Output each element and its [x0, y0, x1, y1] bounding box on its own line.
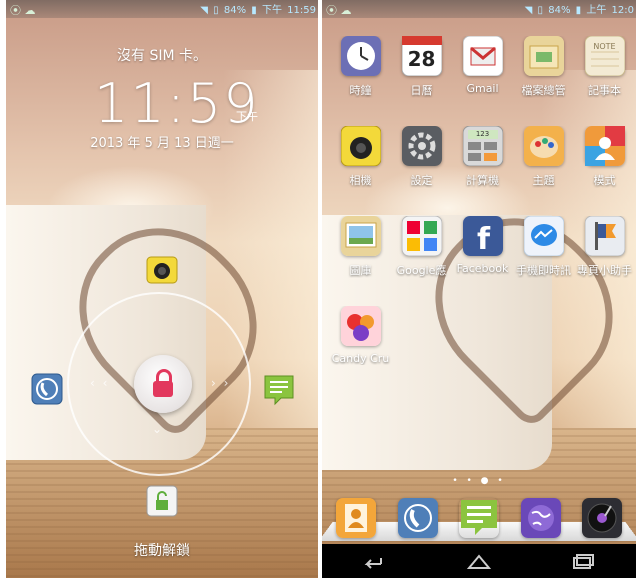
android-debug-icon: ⦿ ☁ — [326, 4, 352, 17]
app-label: 專頁小助手 — [577, 264, 632, 277]
app-settings[interactable]: 設定 — [391, 126, 452, 208]
app-google-apps[interactable]: Google應 — [391, 216, 452, 298]
app-label: 檔案總管 — [521, 84, 566, 97]
mode-icon — [584, 126, 625, 166]
clock-icon — [340, 36, 381, 76]
browser-icon[interactable] — [520, 498, 561, 538]
app-label: 主題 — [532, 174, 555, 187]
app-clock[interactable]: 時鐘 — [330, 36, 391, 118]
gallery-icon — [340, 216, 381, 256]
camera-icon — [340, 126, 381, 167]
status-ampm: 上午 — [586, 5, 607, 16]
down-arrow-dots: ⌄ — [152, 422, 165, 436]
calendar-icon: 28 — [401, 36, 442, 77]
status-ampm: 下午 — [261, 5, 282, 16]
phone-icon[interactable] — [397, 498, 438, 538]
app-label: 模式 — [593, 174, 616, 187]
messaging-icon[interactable] — [459, 498, 499, 538]
themes-icon — [523, 126, 564, 166]
home-screen: ⦿ ☁ ◥ ▯ 84% ▮ 上午 12:0 時鐘 28 日曆 Gmail 檔案總管 NOT… — [322, 0, 636, 578]
right-arrow-dots: › › — [211, 376, 231, 390]
pages-manager-icon — [584, 216, 625, 257]
app-label: 日曆 — [410, 84, 433, 97]
app-folder[interactable]: 檔案總管 — [513, 36, 574, 118]
calendar-value: 28 — [407, 47, 436, 71]
status-bar: ⦿ ☁ ◥ ▯ 84% ▮ 上午 12:0 — [322, 0, 636, 18]
battery-text: 84% — [548, 5, 571, 16]
unlock-handle[interactable] — [134, 355, 192, 413]
app-messenger[interactable]: 手機即時訊 — [513, 216, 574, 298]
notepad-icon: NOTE — [584, 36, 625, 77]
wifi-icon: ◥ — [524, 5, 533, 16]
battery-icon: ▮ — [251, 5, 257, 16]
phone-icon[interactable] — [31, 373, 63, 405]
lock-date: 2013 年 5 月 13 日週一 — [90, 136, 234, 151]
app-grid: 時鐘 28 日曆 Gmail 檔案總管 NOTE 記事本相機 設定 123 計算機 主題 模式圖庫 Go… — [330, 36, 636, 388]
app-label: Google應 — [396, 264, 447, 277]
lock-ampm: 下午 — [236, 110, 258, 123]
page-indicator: • • ● • — [452, 476, 506, 486]
facebook-icon: f — [462, 216, 503, 257]
app-mode[interactable]: 模式 — [574, 126, 635, 208]
recents-icon[interactable] — [571, 552, 597, 570]
lock-clock: 11:59 — [94, 72, 260, 135]
padlock-icon — [153, 381, 173, 397]
app-calculator[interactable]: 123 計算機 — [452, 126, 513, 208]
app-camera[interactable]: 相機 — [330, 126, 391, 208]
candy-crush-icon — [340, 306, 381, 346]
left-arrow-dots: ‹ ‹ — [90, 376, 110, 390]
lock-screen: ⦿ ☁ ◥ ▯ 84% ▮ 下午 11:59 沒有 SIM 卡。 11:59 下… — [6, 0, 318, 578]
app-label: 圖庫 — [349, 264, 372, 277]
status-time: 11:59 — [287, 5, 316, 16]
app-label: 記事本 — [588, 84, 621, 97]
notepad-value: NOTE — [593, 42, 616, 51]
wifi-icon: ◥ — [200, 5, 208, 16]
unlock-icon[interactable] — [146, 485, 178, 517]
app-label: 手機即時訊 — [516, 264, 571, 277]
app-gmail[interactable]: Gmail — [452, 36, 513, 118]
app-pages-manager[interactable]: 專頁小助手 — [574, 216, 635, 298]
app-label: Gmail — [466, 82, 499, 95]
folder-icon — [523, 36, 564, 76]
google-apps-icon — [401, 216, 442, 257]
android-debug-icon: ⦿ ☁ — [10, 4, 36, 17]
home-icon[interactable] — [466, 552, 492, 570]
unlock-hint: 拖動解鎖 — [134, 543, 190, 559]
dock — [322, 498, 636, 546]
messenger-icon — [523, 216, 564, 257]
app-themes[interactable]: 主題 — [513, 126, 574, 208]
app-label: Candy Cru — [331, 352, 390, 365]
app-label: 設定 — [410, 174, 433, 187]
app-facebook[interactable]: f Facebook — [452, 216, 513, 298]
calculator-icon: 123 — [462, 126, 503, 167]
contacts-icon[interactable] — [336, 498, 376, 538]
status-time: 12:0 — [611, 5, 634, 16]
status-bar: ⦿ ☁ ◥ ▯ 84% ▮ 下午 11:59 — [6, 0, 318, 18]
svg-text:f: f — [477, 222, 491, 256]
app-gallery[interactable]: 圖庫 — [330, 216, 391, 298]
app-label: 時鐘 — [349, 84, 372, 97]
battery-text: 84% — [223, 5, 247, 16]
back-icon[interactable] — [361, 552, 387, 570]
app-label: 相機 — [349, 174, 372, 187]
messaging-icon[interactable] — [263, 374, 295, 406]
app-notepad[interactable]: NOTE 記事本 — [574, 36, 635, 118]
battery-icon: ▮ — [575, 5, 582, 16]
no-sim-icon: ▯ — [213, 5, 219, 16]
carrier-text: 沒有 SIM 卡。 — [117, 48, 207, 64]
app-label: Facebook — [456, 262, 509, 275]
app-candy-crush[interactable]: Candy Cru — [330, 306, 391, 388]
app-calendar[interactable]: 28 日曆 — [391, 36, 452, 118]
no-sim-icon: ▯ — [537, 5, 544, 16]
gmail-icon — [462, 36, 503, 77]
music-icon[interactable] — [582, 498, 622, 538]
navigation-bar — [322, 544, 636, 578]
app-label: 計算機 — [466, 174, 499, 187]
settings-icon — [401, 126, 442, 166]
calculator-value: 123 — [475, 130, 490, 138]
camera-icon[interactable] — [146, 253, 178, 285]
